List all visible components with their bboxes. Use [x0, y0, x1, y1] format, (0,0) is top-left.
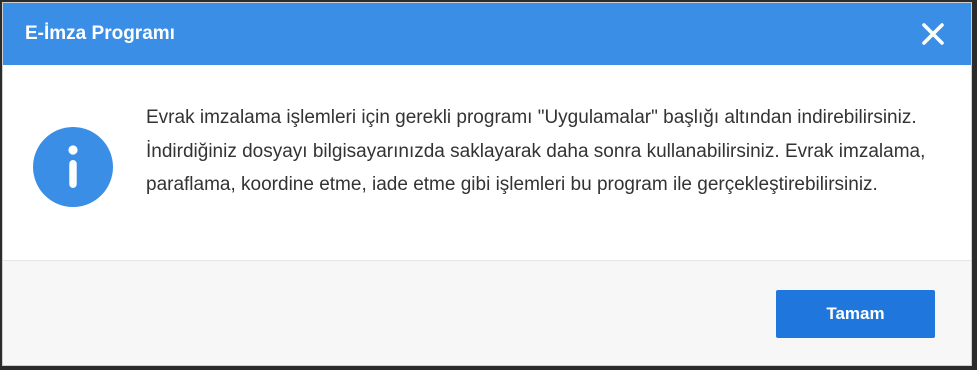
info-icon	[33, 127, 113, 212]
dialog-footer: Tamam	[3, 260, 971, 365]
dialog-message: Evrak imzalama işlemleri için gerekli pr…	[146, 107, 926, 195]
close-icon	[922, 23, 944, 45]
dialog-titlebar: E-İmza Programı	[3, 3, 971, 65]
ok-button[interactable]: Tamam	[776, 290, 935, 338]
dialog: E-İmza Programı Evrak imzalama işlemleri…	[2, 2, 972, 366]
close-button[interactable]	[917, 18, 949, 50]
dialog-body: Evrak imzalama işlemleri için gerekli pr…	[3, 65, 971, 260]
dialog-title: E-İmza Programı	[25, 23, 175, 44]
